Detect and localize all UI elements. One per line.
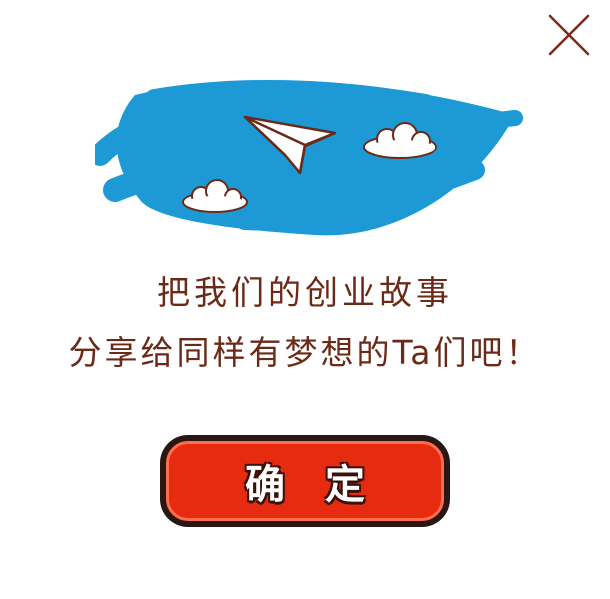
confirm-button[interactable]: 确定 <box>160 435 450 527</box>
confirm-button-face: 确定 <box>166 441 444 521</box>
sky-scribble <box>95 79 523 236</box>
share-message-line1: 把我们的创业故事 <box>157 273 453 312</box>
close-icon <box>548 14 590 56</box>
close-button[interactable] <box>540 6 598 64</box>
sky-illustration <box>95 79 523 236</box>
share-message-line2: 分享给同样有梦想的Ta们吧！ <box>68 333 542 372</box>
confirm-button-label: 确定 <box>245 462 405 508</box>
